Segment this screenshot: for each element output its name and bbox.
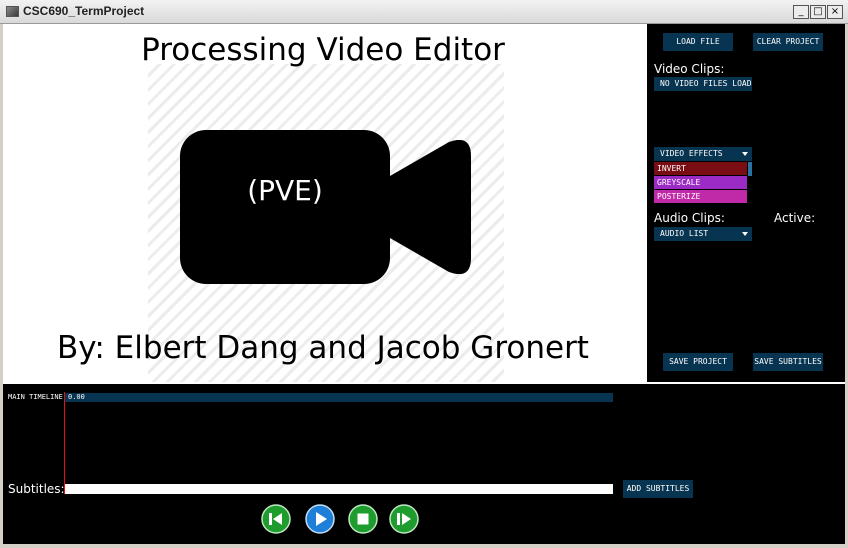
stop-icon[interactable] xyxy=(348,504,378,534)
video-camera-icon xyxy=(180,130,390,284)
effects-scrollbar[interactable] xyxy=(748,162,752,176)
load-file-button[interactable]: LOAD FILE xyxy=(663,33,733,51)
save-project-button[interactable]: SAVE PROJECT xyxy=(663,353,733,371)
side-panel: LOAD FILE CLEAR PROJECT Video Clips: NO … xyxy=(647,24,845,382)
playhead[interactable] xyxy=(64,392,65,494)
chevron-down-icon xyxy=(742,232,748,236)
window-title: CSC690_TermProject xyxy=(23,4,145,18)
timeline-time: 0.00 xyxy=(68,393,85,401)
fast-forward-icon[interactable] xyxy=(389,504,419,534)
play-icon[interactable] xyxy=(305,504,335,534)
rewind-icon[interactable] xyxy=(261,504,291,534)
horizontal-divider xyxy=(3,382,845,384)
effect-greyscale[interactable]: GREYSCALE xyxy=(654,176,747,189)
effect-posterize[interactable]: POSTERIZE xyxy=(654,190,747,203)
audio-clips-label: Audio Clips: xyxy=(654,211,725,225)
app-canvas: (PVE) Processing Video Editor By: Elbert… xyxy=(3,24,845,544)
maximize-button[interactable]: □ xyxy=(810,5,826,19)
close-button[interactable]: × xyxy=(827,5,843,19)
video-clips-dropdown-value: NO VIDEO FILES LOADED xyxy=(660,79,752,88)
logo-text: (PVE) xyxy=(247,174,323,207)
video-clips-label: Video Clips: xyxy=(654,62,725,76)
app-icon xyxy=(6,6,19,17)
subtitles-input[interactable] xyxy=(65,484,613,494)
video-clips-dropdown[interactable]: NO VIDEO FILES LOADED xyxy=(654,77,752,91)
camera-lens-icon xyxy=(383,140,471,274)
main-timeline[interactable] xyxy=(65,393,613,402)
subtitles-label: Subtitles: xyxy=(8,482,65,496)
minimize-button[interactable]: _ xyxy=(793,5,809,19)
author-byline: By: Elbert Dang and Jacob Gronert xyxy=(57,330,589,366)
timeline-label: MAIN TIMELINE xyxy=(8,393,63,401)
audio-list-dropdown[interactable]: AUDIO LIST xyxy=(654,227,752,241)
video-effects-dropdown-label: VIDEO EFFECTS xyxy=(660,149,723,158)
video-effects-dropdown[interactable]: VIDEO EFFECTS xyxy=(654,147,752,161)
active-label: Active: xyxy=(774,211,816,225)
save-subtitles-button[interactable]: SAVE SUBTITLES xyxy=(753,353,823,371)
chevron-down-icon xyxy=(742,152,748,156)
video-preview: (PVE) Processing Video Editor By: Elbert… xyxy=(3,24,643,382)
add-subtitles-button[interactable]: ADD SUBTITLES xyxy=(623,480,693,498)
effect-invert[interactable]: INVERT xyxy=(654,162,747,175)
app-heading: Processing Video Editor xyxy=(141,32,505,68)
clear-project-button[interactable]: CLEAR PROJECT xyxy=(753,33,823,51)
title-bar: CSC690_TermProject _ □ × xyxy=(0,0,848,24)
audio-list-dropdown-label: AUDIO LIST xyxy=(660,229,709,238)
